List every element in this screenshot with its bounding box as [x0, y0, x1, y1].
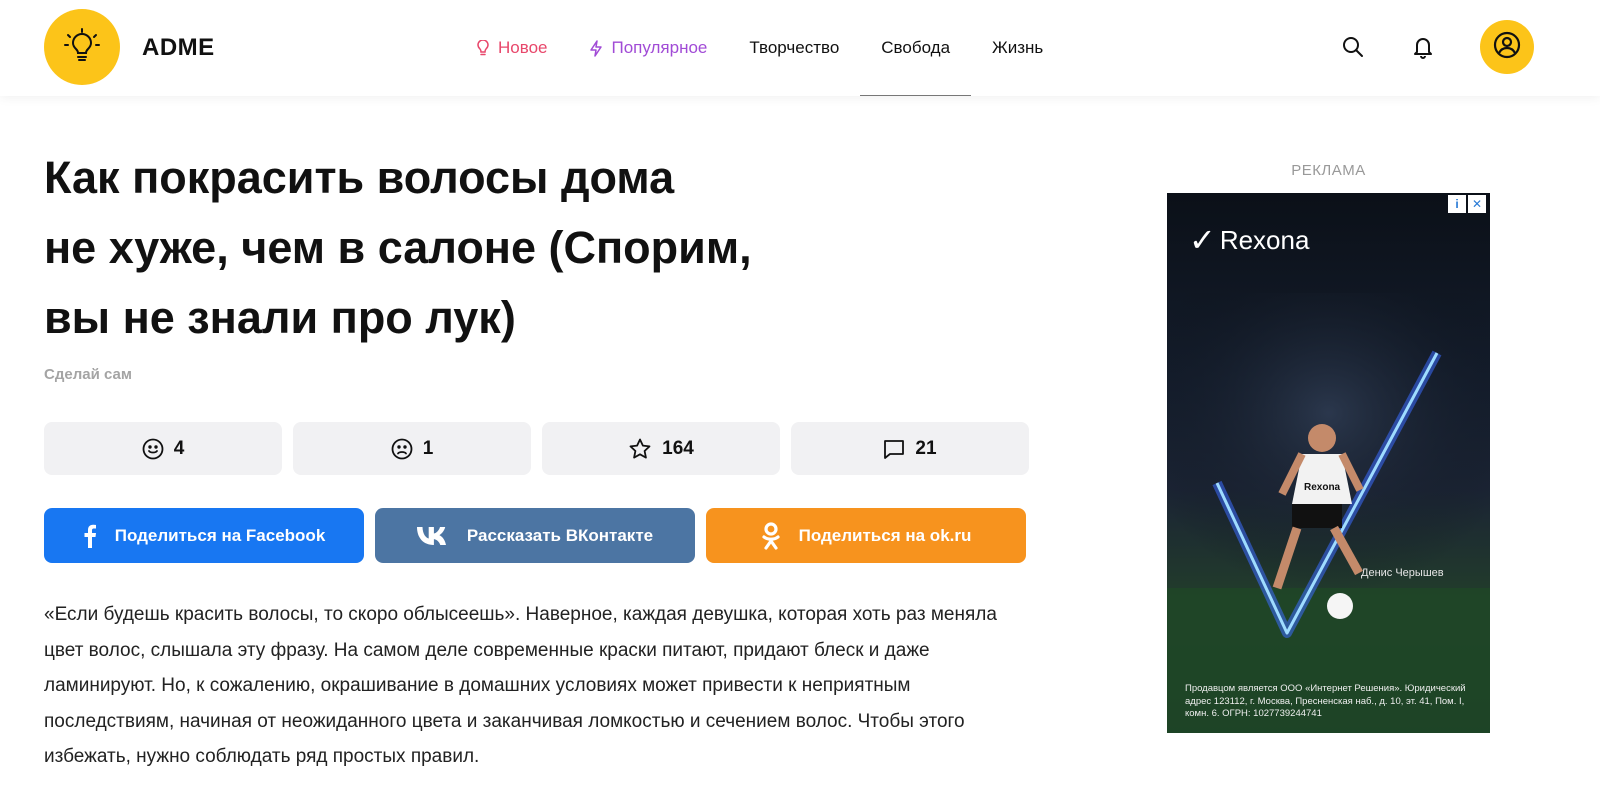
ad-legal-text: Продавцом является ООО «Интернет Решения… — [1185, 683, 1466, 719]
search-icon[interactable] — [1338, 32, 1368, 62]
bookmark-star-button[interactable]: 164 — [542, 422, 780, 475]
ad-brand-logo: ✓ Rexona — [1189, 221, 1309, 259]
nav-item-label: Популярное — [611, 38, 708, 57]
bell-icon[interactable] — [1408, 32, 1438, 62]
title-line: вы не знали про лук) — [44, 292, 516, 343]
nav-item-label: Новое — [498, 38, 548, 57]
checkmark-icon: ✓ — [1189, 222, 1216, 258]
nav-item-creativity[interactable]: Творчество — [728, 0, 860, 96]
star-icon — [629, 438, 651, 458]
share-label: Поделиться на Facebook — [114, 525, 326, 545]
comments-button[interactable]: 21 — [791, 422, 1029, 475]
article-title: Как покрасить волосы дома не хуже, чем в… — [44, 143, 944, 353]
bulb-icon — [476, 40, 490, 56]
site-header: ADME Новое Популярное Творчество Свобода — [0, 0, 1600, 96]
reaction-sad-button[interactable]: 1 — [293, 422, 531, 475]
ad-background-graphic — [1167, 293, 1490, 733]
ad-banner[interactable]: i ✕ ✓ Rexona Rexona Денис Черышев Продав… — [1167, 193, 1490, 733]
share-bar: Поделиться на Facebook Рассказать ВКонта… — [44, 508, 1026, 563]
main-nav: Новое Популярное Творчество Свобода Жизн… — [455, 0, 1064, 96]
ad-label: РЕКЛАМА — [1291, 162, 1366, 179]
share-label: Рассказать ВКонтакте — [466, 525, 654, 545]
share-ok-button[interactable]: Поделиться на ok.ru — [706, 508, 1026, 563]
ad-player-name: Денис Черышев — [1361, 567, 1444, 579]
reaction-count: 1 — [422, 437, 434, 459]
reaction-smile-button[interactable]: 4 — [44, 422, 282, 475]
nav-item-life[interactable]: Жизнь — [971, 0, 1064, 96]
nav-item-popular[interactable]: Популярное — [568, 0, 728, 96]
profile-button[interactable] — [1480, 20, 1534, 74]
share-label: Поделиться на ok.ru — [798, 525, 972, 545]
reaction-count: 164 — [662, 437, 694, 459]
ad-choices[interactable]: i ✕ — [1448, 195, 1486, 213]
close-icon[interactable]: ✕ — [1468, 195, 1486, 213]
nav-item-freedom[interactable]: Свобода — [860, 0, 971, 96]
title-line: не хуже, чем в салоне (Спорим, — [44, 222, 752, 273]
logo-bulb-icon[interactable] — [44, 9, 120, 85]
article-category-link[interactable]: Сделай сам — [44, 366, 132, 383]
smile-icon — [142, 438, 164, 459]
share-vk-button[interactable]: Рассказать ВКонтакте — [375, 508, 695, 563]
ad-brand-text: Rexona — [1219, 224, 1310, 255]
reaction-count: 21 — [915, 437, 937, 459]
share-facebook-button[interactable]: Поделиться на Facebook — [44, 508, 364, 563]
nav-item-label: Творчество — [749, 38, 840, 57]
facebook-icon — [83, 524, 97, 548]
title-line: Как покрасить волосы дома — [44, 152, 675, 203]
reactions-bar: 4 1 164 21 — [44, 422, 1029, 475]
article-body-paragraph: «Если будешь красить волосы, то скоро об… — [44, 604, 997, 767]
nav-item-new[interactable]: Новое — [455, 0, 568, 96]
logo-text[interactable]: ADME — [142, 34, 215, 62]
user-icon — [1493, 31, 1521, 64]
ad-shirt-text: Rexona — [1304, 482, 1341, 493]
ok-icon — [761, 521, 781, 550]
reaction-count: 4 — [173, 437, 185, 459]
vk-icon — [416, 526, 449, 545]
nav-item-label: Жизнь — [992, 38, 1044, 57]
lightning-icon — [589, 39, 603, 57]
info-icon[interactable]: i — [1448, 195, 1466, 213]
comment-icon — [884, 439, 905, 459]
sad-icon — [391, 438, 413, 459]
nav-item-label: Свобода — [881, 38, 951, 57]
